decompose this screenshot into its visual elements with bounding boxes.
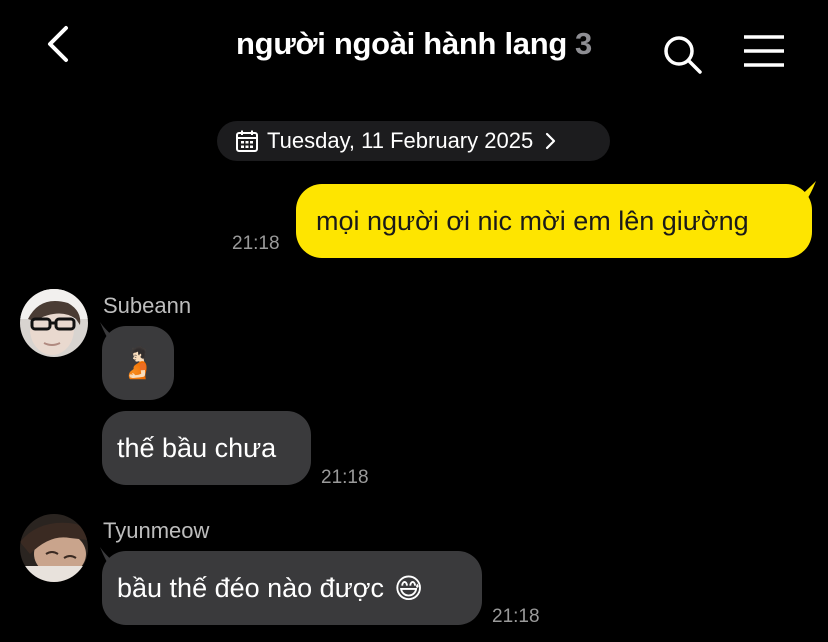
chat-title-text: người ngoài hành lang: [236, 26, 567, 61]
date-label: Tuesday, 11 February 2025: [267, 128, 534, 153]
menu-icon[interactable]: [742, 34, 786, 68]
avatar-tyunmeow-image: [20, 514, 88, 582]
pregnant-man-emoji-icon: 🫄🏻: [119, 346, 157, 380]
avatar[interactable]: [20, 289, 88, 357]
sweat-smile-emoji-icon: 😅: [393, 572, 424, 604]
message-text: mọi người ơi nic mời em lên giường: [316, 205, 749, 236]
incoming-message-bubble[interactable]: bầu thế đéo nào được 😅: [102, 551, 482, 625]
calendar-icon: [236, 130, 258, 152]
chevron-right-icon: [546, 132, 556, 150]
member-count: 3: [575, 26, 592, 61]
sender-name: Tyunmeow: [103, 518, 210, 543]
avatar-subeann-image: [20, 289, 88, 357]
message-time: 21:18: [232, 233, 280, 254]
message-text: thế bầu chưa: [117, 432, 277, 463]
search-icon[interactable]: [660, 32, 704, 76]
outgoing-message-bubble[interactable]: mọi người ơi nic mời em lên giường: [296, 184, 812, 258]
message-text: bầu thế đéo nào được: [117, 572, 384, 603]
message-time: 21:18: [492, 606, 540, 627]
incoming-message-bubble[interactable]: 🫄🏻: [102, 326, 174, 400]
incoming-message-bubble[interactable]: thế bầu chưa: [102, 411, 311, 485]
sender-name: Subeann: [103, 293, 192, 318]
avatar[interactable]: [20, 514, 88, 582]
chat-header: người ngoài hành lang 3: [0, 0, 828, 100]
message-time: 21:18: [321, 467, 369, 488]
date-separator[interactable]: Tuesday, 11 February 2025: [217, 121, 610, 161]
